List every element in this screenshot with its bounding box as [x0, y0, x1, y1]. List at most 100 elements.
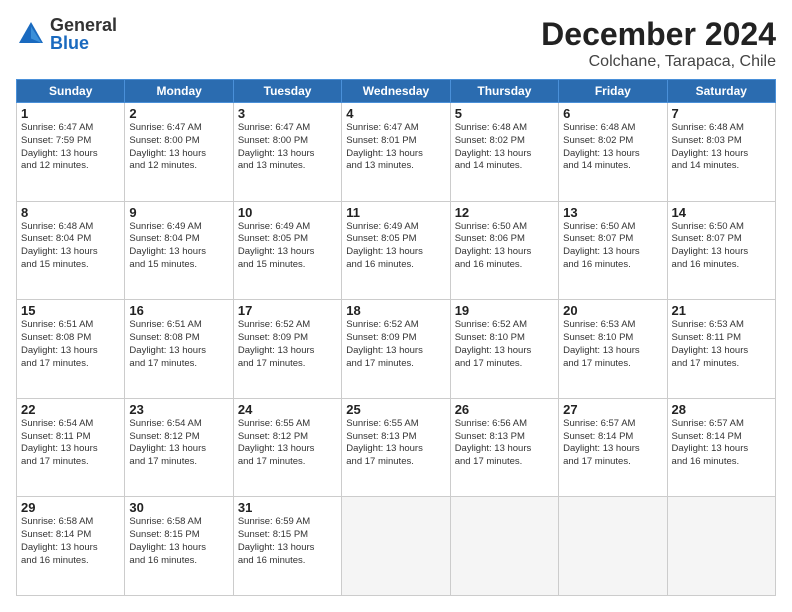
table-row: [450, 497, 558, 596]
day-info: Sunrise: 6:57 AMSunset: 8:14 PMDaylight:…: [563, 418, 662, 469]
day-number: 11: [346, 205, 445, 220]
day-info: Sunrise: 6:47 AMSunset: 8:01 PMDaylight:…: [346, 122, 445, 173]
table-row: 1Sunrise: 6:47 AMSunset: 7:59 PMDaylight…: [17, 103, 125, 202]
day-number: 3: [238, 106, 337, 121]
table-row: 7Sunrise: 6:48 AMSunset: 8:03 PMDaylight…: [667, 103, 775, 202]
table-row: 30Sunrise: 6:58 AMSunset: 8:15 PMDayligh…: [125, 497, 233, 596]
calendar-week-row: 22Sunrise: 6:54 AMSunset: 8:11 PMDayligh…: [17, 398, 776, 497]
day-number: 6: [563, 106, 662, 121]
day-info: Sunrise: 6:58 AMSunset: 8:14 PMDaylight:…: [21, 516, 120, 567]
day-number: 16: [129, 303, 228, 318]
logo-icon: [16, 19, 46, 49]
title-block: December 2024 Colchane, Tarapaca, Chile: [541, 16, 776, 71]
page: General Blue December 2024 Colchane, Tar…: [0, 0, 792, 612]
day-info: Sunrise: 6:52 AMSunset: 8:10 PMDaylight:…: [455, 319, 554, 370]
table-row: 28Sunrise: 6:57 AMSunset: 8:14 PMDayligh…: [667, 398, 775, 497]
table-row: 13Sunrise: 6:50 AMSunset: 8:07 PMDayligh…: [559, 201, 667, 300]
month-title: December 2024: [541, 16, 776, 53]
table-row: [559, 497, 667, 596]
day-info: Sunrise: 6:50 AMSunset: 8:07 PMDaylight:…: [672, 221, 771, 272]
table-row: 14Sunrise: 6:50 AMSunset: 8:07 PMDayligh…: [667, 201, 775, 300]
col-thursday: Thursday: [450, 80, 558, 103]
day-info: Sunrise: 6:50 AMSunset: 8:07 PMDaylight:…: [563, 221, 662, 272]
day-number: 25: [346, 402, 445, 417]
table-row: 21Sunrise: 6:53 AMSunset: 8:11 PMDayligh…: [667, 300, 775, 399]
col-tuesday: Tuesday: [233, 80, 341, 103]
day-number: 5: [455, 106, 554, 121]
day-number: 20: [563, 303, 662, 318]
table-row: 12Sunrise: 6:50 AMSunset: 8:06 PMDayligh…: [450, 201, 558, 300]
day-info: Sunrise: 6:59 AMSunset: 8:15 PMDaylight:…: [238, 516, 337, 567]
day-info: Sunrise: 6:48 AMSunset: 8:04 PMDaylight:…: [21, 221, 120, 272]
day-info: Sunrise: 6:57 AMSunset: 8:14 PMDaylight:…: [672, 418, 771, 469]
day-number: 30: [129, 500, 228, 515]
day-number: 23: [129, 402, 228, 417]
calendar-table: Sunday Monday Tuesday Wednesday Thursday…: [16, 79, 776, 596]
day-number: 19: [455, 303, 554, 318]
day-info: Sunrise: 6:49 AMSunset: 8:05 PMDaylight:…: [238, 221, 337, 272]
table-row: 9Sunrise: 6:49 AMSunset: 8:04 PMDaylight…: [125, 201, 233, 300]
table-row: 27Sunrise: 6:57 AMSunset: 8:14 PMDayligh…: [559, 398, 667, 497]
day-number: 17: [238, 303, 337, 318]
col-friday: Friday: [559, 80, 667, 103]
day-info: Sunrise: 6:48 AMSunset: 8:02 PMDaylight:…: [455, 122, 554, 173]
day-number: 29: [21, 500, 120, 515]
day-number: 24: [238, 402, 337, 417]
table-row: [667, 497, 775, 596]
table-row: 23Sunrise: 6:54 AMSunset: 8:12 PMDayligh…: [125, 398, 233, 497]
calendar-week-row: 8Sunrise: 6:48 AMSunset: 8:04 PMDaylight…: [17, 201, 776, 300]
location-title: Colchane, Tarapaca, Chile: [541, 53, 776, 71]
day-info: Sunrise: 6:49 AMSunset: 8:04 PMDaylight:…: [129, 221, 228, 272]
table-row: 18Sunrise: 6:52 AMSunset: 8:09 PMDayligh…: [342, 300, 450, 399]
table-row: 5Sunrise: 6:48 AMSunset: 8:02 PMDaylight…: [450, 103, 558, 202]
table-row: 24Sunrise: 6:55 AMSunset: 8:12 PMDayligh…: [233, 398, 341, 497]
table-row: 2Sunrise: 6:47 AMSunset: 8:00 PMDaylight…: [125, 103, 233, 202]
day-number: 22: [21, 402, 120, 417]
day-info: Sunrise: 6:53 AMSunset: 8:10 PMDaylight:…: [563, 319, 662, 370]
table-row: 22Sunrise: 6:54 AMSunset: 8:11 PMDayligh…: [17, 398, 125, 497]
day-info: Sunrise: 6:53 AMSunset: 8:11 PMDaylight:…: [672, 319, 771, 370]
day-number: 31: [238, 500, 337, 515]
day-info: Sunrise: 6:50 AMSunset: 8:06 PMDaylight:…: [455, 221, 554, 272]
day-info: Sunrise: 6:48 AMSunset: 8:02 PMDaylight:…: [563, 122, 662, 173]
day-info: Sunrise: 6:56 AMSunset: 8:13 PMDaylight:…: [455, 418, 554, 469]
table-row: 11Sunrise: 6:49 AMSunset: 8:05 PMDayligh…: [342, 201, 450, 300]
calendar-week-row: 15Sunrise: 6:51 AMSunset: 8:08 PMDayligh…: [17, 300, 776, 399]
day-number: 18: [346, 303, 445, 318]
logo-blue: Blue: [50, 34, 117, 52]
header: General Blue December 2024 Colchane, Tar…: [16, 16, 776, 71]
table-row: 4Sunrise: 6:47 AMSunset: 8:01 PMDaylight…: [342, 103, 450, 202]
day-info: Sunrise: 6:52 AMSunset: 8:09 PMDaylight:…: [238, 319, 337, 370]
day-info: Sunrise: 6:47 AMSunset: 8:00 PMDaylight:…: [238, 122, 337, 173]
day-info: Sunrise: 6:47 AMSunset: 8:00 PMDaylight:…: [129, 122, 228, 173]
day-info: Sunrise: 6:54 AMSunset: 8:11 PMDaylight:…: [21, 418, 120, 469]
day-number: 10: [238, 205, 337, 220]
day-number: 4: [346, 106, 445, 121]
day-info: Sunrise: 6:55 AMSunset: 8:13 PMDaylight:…: [346, 418, 445, 469]
col-wednesday: Wednesday: [342, 80, 450, 103]
day-info: Sunrise: 6:48 AMSunset: 8:03 PMDaylight:…: [672, 122, 771, 173]
col-sunday: Sunday: [17, 80, 125, 103]
table-row: 26Sunrise: 6:56 AMSunset: 8:13 PMDayligh…: [450, 398, 558, 497]
table-row: 15Sunrise: 6:51 AMSunset: 8:08 PMDayligh…: [17, 300, 125, 399]
table-row: 20Sunrise: 6:53 AMSunset: 8:10 PMDayligh…: [559, 300, 667, 399]
table-row: 10Sunrise: 6:49 AMSunset: 8:05 PMDayligh…: [233, 201, 341, 300]
table-row: 19Sunrise: 6:52 AMSunset: 8:10 PMDayligh…: [450, 300, 558, 399]
day-number: 7: [672, 106, 771, 121]
table-row: 6Sunrise: 6:48 AMSunset: 8:02 PMDaylight…: [559, 103, 667, 202]
day-number: 15: [21, 303, 120, 318]
calendar-week-row: 29Sunrise: 6:58 AMSunset: 8:14 PMDayligh…: [17, 497, 776, 596]
table-row: [342, 497, 450, 596]
day-info: Sunrise: 6:49 AMSunset: 8:05 PMDaylight:…: [346, 221, 445, 272]
logo-text: General Blue: [50, 16, 117, 52]
day-number: 1: [21, 106, 120, 121]
table-row: 31Sunrise: 6:59 AMSunset: 8:15 PMDayligh…: [233, 497, 341, 596]
day-number: 14: [672, 205, 771, 220]
day-info: Sunrise: 6:55 AMSunset: 8:12 PMDaylight:…: [238, 418, 337, 469]
calendar-header-row: Sunday Monday Tuesday Wednesday Thursday…: [17, 80, 776, 103]
day-info: Sunrise: 6:54 AMSunset: 8:12 PMDaylight:…: [129, 418, 228, 469]
day-info: Sunrise: 6:58 AMSunset: 8:15 PMDaylight:…: [129, 516, 228, 567]
day-number: 9: [129, 205, 228, 220]
day-number: 27: [563, 402, 662, 417]
day-number: 21: [672, 303, 771, 318]
